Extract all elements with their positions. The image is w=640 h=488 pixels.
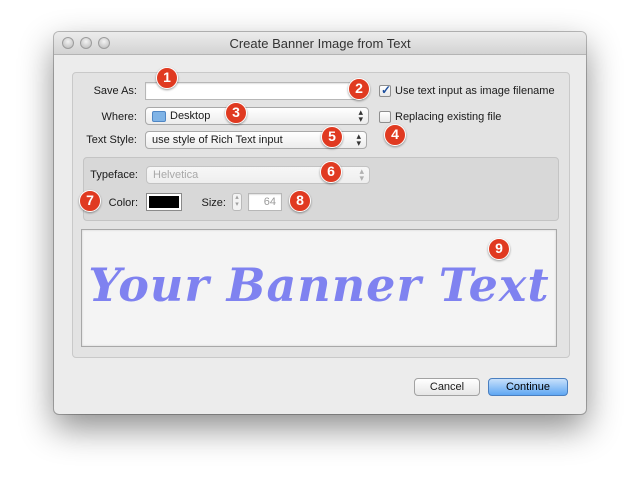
size-stepper[interactable]: ▴ ▾ [232,193,242,211]
color-swatch [149,196,179,208]
title-bar: Create Banner Image from Text [54,32,586,55]
callout-badge: 7 [79,190,101,212]
callout-badge: 1 [156,67,178,89]
callout-badge: 6 [320,161,342,183]
text-style-label: Text Style: [86,134,137,146]
callout-badge: 3 [225,102,247,124]
window-title: Create Banner Image from Text [229,36,411,51]
size-input[interactable]: 64 [248,193,282,211]
where-popup[interactable]: Desktop ▴ ▾ [145,107,369,125]
continue-button[interactable]: Continue [488,378,568,396]
size-label: Size: [201,197,226,209]
text-style-value: use style of Rich Text input [152,134,283,146]
save-as-input[interactable] [145,82,363,100]
popup-arrows-icon: ▴ ▾ [356,131,361,148]
folder-icon [152,111,166,122]
save-as-label: Save As: [93,85,137,97]
banner-preview-text: Your Banner Text [88,258,550,312]
replacing-label: Replacing existing file [395,111,502,123]
checkmark-icon: ✓ [381,83,392,97]
callout-badge: 8 [289,190,311,212]
banner-preview: Your Banner Text [81,229,557,347]
callout-badge: 5 [321,126,343,148]
typeface-value: Helvetica [153,169,199,181]
typeface-label: Typeface: [90,169,138,181]
use-input-filename-label: Use text input as image filename [395,85,555,97]
color-well[interactable] [146,193,182,211]
callout-badge: 2 [348,78,370,100]
cancel-button[interactable]: Cancel [414,378,480,396]
where-label: Where: [101,111,137,123]
popup-arrows-icon: ▴ ▾ [358,107,363,124]
where-value: Desktop [170,110,211,122]
popup-arrows-icon: ▴ ▾ [359,166,364,183]
replacing-checkbox[interactable] [379,111,391,123]
callout-badge: 4 [384,124,406,146]
dialog-window: Create Banner Image from Text Save As: ✓… [54,32,586,414]
use-input-filename-checkbox[interactable]: ✓ [379,83,392,97]
options-panel: Save As: ✓ Use text input as image filen… [72,72,570,358]
callout-badge: 9 [488,238,510,260]
